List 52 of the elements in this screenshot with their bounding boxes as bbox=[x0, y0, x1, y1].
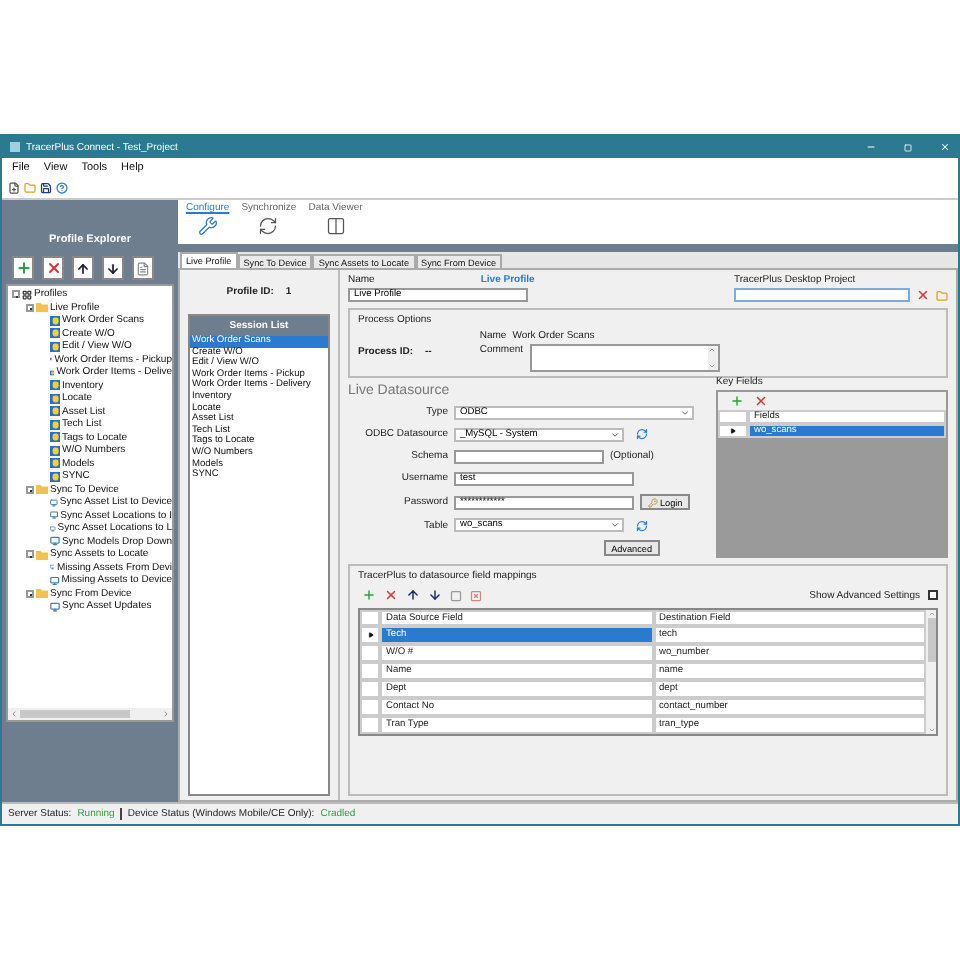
document-icon bbox=[136, 261, 150, 275]
expander-icon[interactable] bbox=[26, 550, 34, 559]
app-icon bbox=[10, 142, 20, 152]
horizontal-scrollbar[interactable] bbox=[8, 708, 172, 720]
comment-field[interactable] bbox=[529, 344, 720, 372]
close-icon[interactable] bbox=[916, 288, 930, 302]
caret-icon bbox=[680, 407, 690, 418]
delete-icon[interactable] bbox=[384, 588, 398, 602]
minimize-icon[interactable] bbox=[866, 142, 876, 152]
checkbox[interactable] bbox=[928, 590, 938, 600]
expander-icon[interactable] bbox=[26, 303, 34, 312]
folder-icon bbox=[36, 549, 48, 560]
folder-icon[interactable] bbox=[936, 289, 948, 301]
folder-icon bbox=[36, 484, 48, 495]
delete-icon[interactable] bbox=[754, 394, 768, 408]
delete-icon bbox=[45, 260, 61, 276]
refresh-icon[interactable] bbox=[636, 519, 648, 532]
add-button[interactable] bbox=[12, 256, 34, 280]
row-pointer-icon bbox=[730, 428, 736, 434]
clear-icon[interactable] bbox=[470, 589, 482, 601]
add-icon bbox=[15, 260, 31, 276]
new-file-icon[interactable] bbox=[8, 182, 20, 194]
delete-button[interactable] bbox=[42, 256, 64, 280]
move-down-button[interactable] bbox=[102, 256, 124, 280]
caret-icon bbox=[610, 429, 620, 440]
row-pointer-icon bbox=[367, 632, 373, 638]
sync-icon bbox=[258, 216, 279, 236]
refresh-icon[interactable] bbox=[636, 428, 648, 441]
computer-icon bbox=[50, 601, 60, 612]
folder-icon bbox=[36, 588, 48, 599]
vertical-scrollbar[interactable] bbox=[926, 610, 936, 734]
folder-icon[interactable] bbox=[24, 182, 36, 194]
folder-icon bbox=[36, 302, 48, 313]
add-icon[interactable] bbox=[362, 588, 376, 602]
move-up-button[interactable] bbox=[72, 256, 94, 280]
add-icon[interactable] bbox=[730, 394, 744, 408]
help-icon[interactable] bbox=[56, 182, 68, 194]
expander-icon[interactable] bbox=[26, 485, 34, 494]
wrench-icon bbox=[197, 216, 218, 236]
text-field[interactable] bbox=[454, 449, 604, 464]
key-icon bbox=[648, 497, 658, 508]
expander-icon[interactable] bbox=[12, 290, 20, 299]
arrow-down-icon bbox=[106, 261, 120, 275]
project-field[interactable] bbox=[734, 288, 910, 302]
save-icon[interactable] bbox=[40, 182, 52, 194]
maximize-icon[interactable] bbox=[904, 143, 912, 151]
arrow-up-icon bbox=[76, 261, 90, 275]
expander-icon[interactable] bbox=[26, 589, 34, 598]
caret-icon bbox=[610, 520, 620, 531]
move-up-icon[interactable] bbox=[406, 588, 420, 602]
move-down-icon[interactable] bbox=[428, 588, 442, 602]
window-icon bbox=[325, 216, 346, 236]
